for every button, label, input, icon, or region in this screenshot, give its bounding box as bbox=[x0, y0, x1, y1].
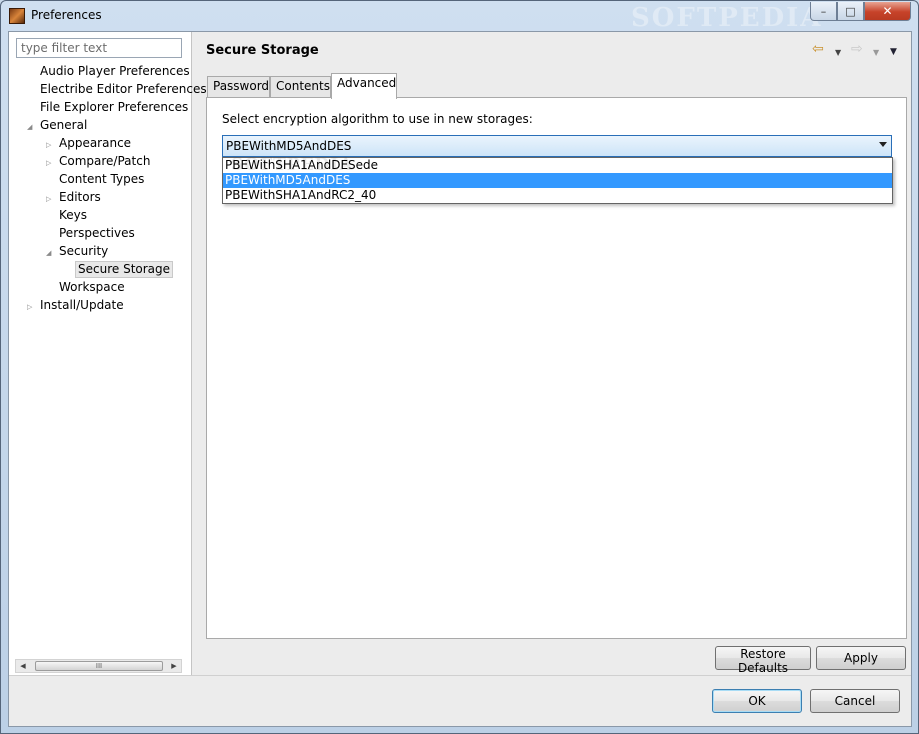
window-title: Preferences bbox=[31, 8, 102, 22]
expand-triangle-icon[interactable]: ▷ bbox=[46, 141, 54, 149]
back-menu-icon[interactable]: ▼ bbox=[835, 45, 841, 61]
tree-item-label: Appearance bbox=[59, 136, 132, 150]
tree-item-label: Compare/Patch bbox=[59, 154, 151, 168]
tree-item-label: File Explorer Preferences bbox=[40, 100, 189, 114]
horizontal-scrollbar[interactable]: ◀ III ▶ bbox=[15, 659, 182, 673]
tree-item-label: Security bbox=[59, 244, 109, 258]
tab-label: Advanced bbox=[337, 76, 397, 90]
advanced-tab-panel: Select encryption algorithm to use in ne… bbox=[206, 97, 907, 639]
maximize-button[interactable]: □ bbox=[837, 2, 864, 21]
maximize-icon: □ bbox=[845, 4, 856, 18]
algorithm-label: Select encryption algorithm to use in ne… bbox=[222, 112, 533, 126]
expand-triangle-icon[interactable]: ▷ bbox=[46, 195, 54, 203]
forward-arrow-icon[interactable]: ⇨ bbox=[851, 41, 863, 57]
minimize-button[interactable]: – bbox=[810, 2, 837, 21]
dropdown-option-pbewithmd5anddes[interactable]: PBEWithMD5AndDES bbox=[223, 173, 892, 188]
preference-tree-panel: Audio Player Preferences Electribe Edito… bbox=[9, 32, 207, 675]
tree-item-label: Secure Storage bbox=[75, 261, 174, 278]
apply-button[interactable]: Apply bbox=[816, 646, 906, 670]
cancel-button[interactable]: Cancel bbox=[810, 689, 900, 713]
tab-contents[interactable]: Contents bbox=[270, 76, 331, 97]
ok-button[interactable]: OK bbox=[712, 689, 802, 713]
scrollbar-thumb[interactable]: III bbox=[35, 661, 163, 671]
page-title: Secure Storage bbox=[206, 43, 319, 58]
tree-item-label: Workspace bbox=[59, 280, 125, 294]
filter-input[interactable] bbox=[16, 38, 182, 58]
close-button[interactable]: ✕ bbox=[864, 2, 911, 21]
algorithm-combo-value: PBEWithMD5AndDES bbox=[226, 139, 352, 153]
title-bar[interactable]: Preferences SOFTPEDIA – □ ✕ bbox=[1, 1, 918, 33]
dialog-client-area: Audio Player Preferences Electribe Edito… bbox=[8, 31, 912, 727]
scroll-right-icon[interactable]: ▶ bbox=[167, 660, 181, 672]
chevron-down-icon[interactable] bbox=[879, 142, 887, 147]
tree-item-label: Editors bbox=[59, 190, 101, 204]
scroll-left-icon[interactable]: ◀ bbox=[16, 660, 30, 672]
collapse-triangle-icon[interactable]: ◢ bbox=[27, 123, 35, 131]
expand-triangle-icon[interactable]: ▷ bbox=[27, 303, 35, 311]
expand-triangle-icon[interactable]: ▷ bbox=[46, 159, 54, 167]
close-icon: ✕ bbox=[882, 4, 893, 18]
view-menu-icon[interactable]: ▼ bbox=[890, 44, 897, 60]
restore-defaults-button[interactable]: Restore Defaults bbox=[715, 646, 811, 675]
tree-item-label: General bbox=[40, 118, 88, 132]
app-icon bbox=[9, 8, 25, 24]
tree-item-label: Audio Player Preferences bbox=[40, 64, 190, 78]
back-arrow-icon[interactable]: ⇦ bbox=[812, 41, 824, 57]
tree-item-label: Keys bbox=[59, 208, 88, 222]
tree-item-label: Install/Update bbox=[40, 298, 124, 312]
tree-item-label: Perspectives bbox=[59, 226, 135, 240]
dropdown-option-pbewithsha1andrc2-40[interactable]: PBEWithSHA1AndRC2_40 bbox=[223, 188, 892, 203]
collapse-triangle-icon[interactable]: ◢ bbox=[46, 249, 54, 257]
tree-item-label: Content Types bbox=[59, 172, 145, 186]
separator bbox=[9, 675, 911, 676]
tab-label: Password bbox=[213, 79, 270, 93]
preferences-window: Preferences SOFTPEDIA – □ ✕ Audio Player… bbox=[0, 0, 919, 734]
tab-password[interactable]: Password bbox=[207, 76, 270, 97]
watermark: SOFTPEDIA bbox=[231, 155, 354, 175]
algorithm-combo[interactable]: PBEWithMD5AndDES bbox=[222, 135, 892, 157]
minimize-icon: – bbox=[820, 4, 827, 18]
tab-advanced[interactable]: Advanced bbox=[331, 73, 397, 99]
watermark: SOFTPEDIA bbox=[631, 3, 823, 33]
forward-menu-icon[interactable]: ▼ bbox=[873, 45, 879, 61]
tree-item-label: Electribe Editor Preferences bbox=[40, 82, 207, 96]
tab-label: Contents bbox=[276, 79, 330, 93]
